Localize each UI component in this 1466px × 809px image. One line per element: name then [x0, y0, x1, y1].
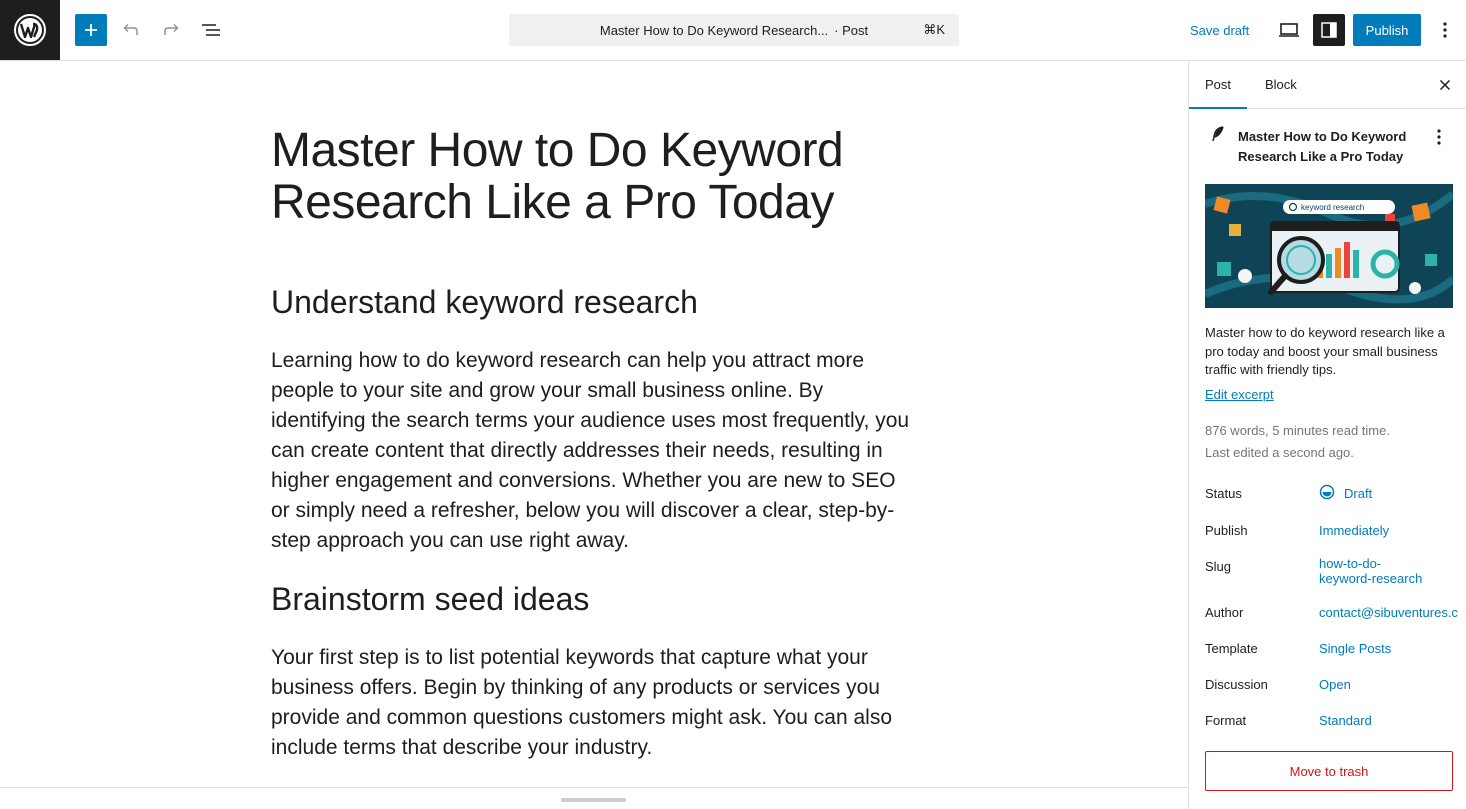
undo-icon: [123, 23, 138, 35]
format-value[interactable]: Standard: [1319, 713, 1372, 728]
tab-block[interactable]: Block: [1249, 61, 1313, 108]
editor-toolbar: Master How to Do Keyword Research... · P…: [0, 0, 1466, 61]
edit-excerpt-link[interactable]: Edit excerpt: [1205, 387, 1274, 402]
wordpress-icon: [14, 14, 46, 46]
author-value[interactable]: contact@sibuventures.c: [1319, 605, 1458, 620]
image-search-text: keyword research: [1301, 203, 1364, 212]
plus-icon: [85, 24, 97, 36]
add-block-button[interactable]: [75, 14, 107, 46]
more-vertical-icon: [1443, 22, 1447, 38]
command-palette-bar[interactable]: Master How to Do Keyword Research... · P…: [509, 14, 959, 46]
paragraph-block[interactable]: Your first step is to list potential key…: [271, 643, 911, 763]
undo-button[interactable]: [115, 14, 147, 46]
command-bar-title: Master How to Do Keyword Research...: [599, 22, 829, 38]
desktop-preview-icon: [1279, 23, 1299, 37]
preview-button[interactable]: [1273, 14, 1305, 46]
publish-date-value[interactable]: Immediately: [1319, 523, 1389, 538]
publish-label: Publish: [1205, 523, 1248, 538]
post-excerpt: Master how to do keyword research like a…: [1205, 325, 1445, 377]
redo-button[interactable]: [155, 14, 187, 46]
resize-handle[interactable]: [561, 798, 626, 802]
settings-sidebar-toggle[interactable]: [1313, 14, 1345, 46]
settings-sidebar: Post Block Master How to Do Keyword Rese…: [1188, 61, 1466, 809]
tab-post[interactable]: Post: [1189, 61, 1248, 109]
post-actions-button[interactable]: [1427, 125, 1451, 149]
heading-block[interactable]: Brainstorm seed ideas: [271, 580, 911, 618]
document-overview-button[interactable]: [195, 14, 227, 46]
command-bar-type: · Post: [834, 22, 869, 38]
status-value[interactable]: Draft: [1344, 486, 1372, 501]
canvas-divider: [0, 787, 1188, 788]
publish-button[interactable]: Publish: [1353, 14, 1421, 46]
slug-value[interactable]: how-to-do- keyword-research: [1319, 556, 1422, 586]
format-label: Format: [1205, 713, 1247, 728]
last-edited: Last edited a second ago.: [1205, 445, 1354, 460]
command-bar-shortcut: ⌘K: [923, 22, 945, 37]
close-sidebar-button[interactable]: [1433, 73, 1457, 97]
slug-value-line1: how-to-do-: [1319, 556, 1382, 571]
redo-icon: [164, 23, 179, 35]
template-value[interactable]: Single Posts: [1319, 641, 1391, 656]
slug-label: Slug: [1205, 559, 1232, 574]
close-icon: [1439, 79, 1451, 91]
word-count: 876 words, 5 minutes read time.: [1205, 423, 1390, 438]
save-draft-button[interactable]: Save draft: [1182, 14, 1257, 46]
discussion-value[interactable]: Open: [1319, 677, 1351, 692]
heading-block[interactable]: Understand keyword research: [271, 283, 911, 321]
featured-image-illustration: keyword research: [1205, 184, 1453, 308]
featured-image[interactable]: keyword research: [1205, 184, 1453, 308]
move-to-trash-button[interactable]: Move to trash: [1205, 751, 1453, 791]
list-view-icon: [202, 24, 220, 36]
status-label: Status: [1205, 486, 1242, 501]
template-label: Template: [1205, 641, 1258, 656]
author-label: Author: [1205, 605, 1244, 620]
sidebar-tabs: Post Block: [1189, 61, 1466, 109]
post-title[interactable]: Master How to Do Keyword Research Like a…: [271, 125, 891, 229]
discussion-label: Discussion: [1205, 677, 1268, 692]
more-vertical-icon: [1437, 129, 1441, 145]
draft-status-icon: [1319, 484, 1335, 500]
sidebar-post-title: Master How to Do Keyword Research Like a…: [1238, 129, 1407, 164]
post-feather-icon: [1212, 126, 1224, 142]
paragraph-block[interactable]: Learning how to do keyword research can …: [271, 346, 911, 556]
sidebar-icon: [1321, 22, 1337, 38]
wordpress-logo-button[interactable]: [0, 0, 60, 60]
options-button[interactable]: [1429, 14, 1461, 46]
editor-canvas: Master How to Do Keyword Research Like a…: [0, 61, 1188, 809]
slug-value-line2: keyword-research: [1319, 571, 1423, 586]
